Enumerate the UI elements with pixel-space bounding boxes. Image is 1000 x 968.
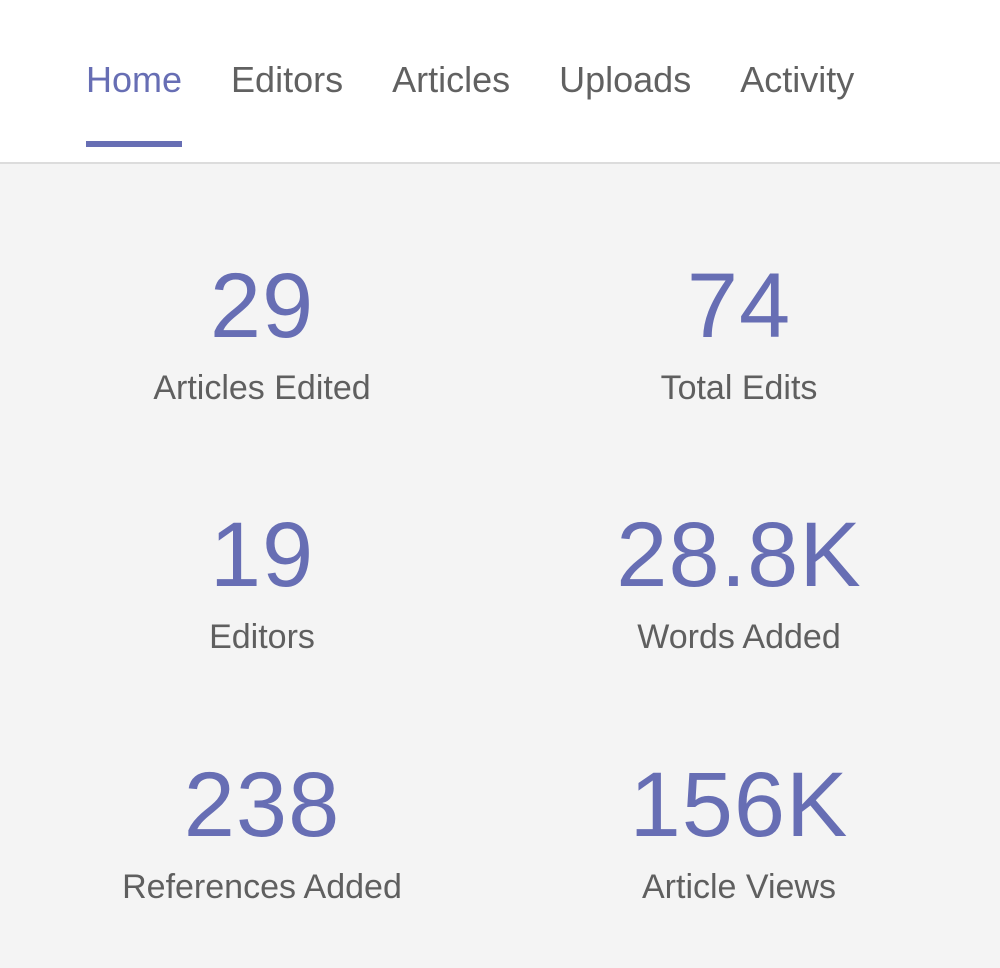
stat-label: Articles Edited <box>153 369 371 407</box>
tab-uploads[interactable]: Uploads <box>559 0 691 102</box>
stat-value: 74 <box>686 255 792 357</box>
stat-references-added: 238 References Added <box>12 755 512 907</box>
tab-articles-label: Articles <box>392 59 511 100</box>
tab-home[interactable]: Home <box>86 0 183 147</box>
tab-home-label: Home <box>86 59 183 100</box>
stat-label: Words Added <box>637 618 841 656</box>
stat-value: 28.8K <box>616 504 862 606</box>
tab-uploads-label: Uploads <box>559 59 692 100</box>
stat-value: 19 <box>209 504 315 606</box>
stat-label: References Added <box>122 868 402 906</box>
stat-label: Article Views <box>642 868 836 906</box>
stat-label: Editors <box>209 618 315 656</box>
stat-editors: 19 Editors <box>12 505 512 657</box>
tab-activity-label: Activity <box>740 59 855 100</box>
stat-articles-edited: 29 Articles Edited <box>12 256 512 408</box>
stat-total-edits: 74 Total Edits <box>489 256 989 408</box>
tab-editors[interactable]: Editors <box>231 0 343 102</box>
stat-label: Total Edits <box>660 369 818 407</box>
stat-value: 238 <box>183 754 341 856</box>
tab-bar: Home Editors Articles Uploads Activity <box>0 0 1000 164</box>
stat-value: 156K <box>629 754 849 856</box>
stats-grid: 29 Articles Edited 74 Total Edits 19 Edi… <box>0 164 1000 968</box>
tab-list: Home Editors Articles Uploads Activity <box>86 0 903 164</box>
stat-article-views: 156K Article Views <box>489 755 989 907</box>
stat-words-added: 28.8K Words Added <box>489 505 989 657</box>
tab-activity[interactable]: Activity <box>740 0 854 102</box>
tab-editors-label: Editors <box>231 59 344 100</box>
active-tab-indicator <box>86 141 183 147</box>
stat-value: 29 <box>209 255 315 357</box>
tab-articles[interactable]: Articles <box>392 0 510 102</box>
